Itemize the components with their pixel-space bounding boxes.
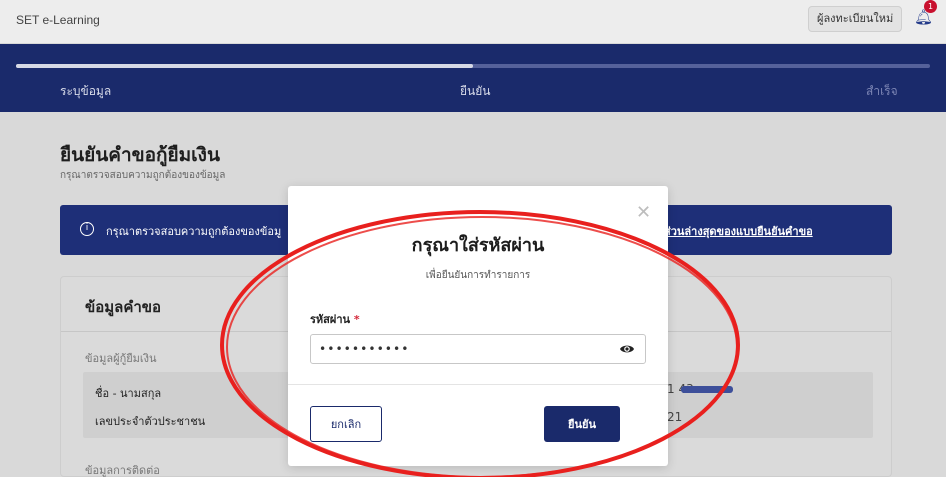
close-icon[interactable]: ✕ xyxy=(636,204,651,222)
notice-link[interactable]: ส่วนล่างสุดของแบบยืนยันคำขอ xyxy=(664,222,813,240)
step-confirm: ยืนยัน xyxy=(460,84,491,98)
modal-divider xyxy=(288,384,668,385)
borrower-section-label: ข้อมูลผู้กู้ยืมเงิน xyxy=(85,352,157,365)
id-number-label: เลขประจำตัวประชาชน xyxy=(95,415,206,428)
confirm-button[interactable]: ยืนยัน xyxy=(544,406,620,442)
modal-title: กรุณาใส่รหัสผ่าน xyxy=(411,235,545,256)
modal-subtitle: เพื่อยืนยันการทำรายการ xyxy=(425,270,531,281)
password-input[interactable] xyxy=(310,334,646,364)
progress-track xyxy=(16,64,930,68)
step-complete: สำเร็จ xyxy=(866,84,898,98)
brand-name[interactable]: SET e-Learning xyxy=(16,13,100,27)
notification-badge: 1 xyxy=(924,0,937,13)
password-label-text: รหัสผ่าน xyxy=(310,313,351,326)
redaction-mark xyxy=(681,386,733,393)
progress-fill xyxy=(16,64,473,68)
contact-section-label: ข้อมูลการติดต่อ xyxy=(85,464,160,477)
page-subtitle: กรุณาตรวจสอบความถูกต้องของข้อมูล xyxy=(60,170,226,181)
register-button[interactable]: ผู้ลงทะเบียนใหม่ xyxy=(808,6,903,32)
step-fill-info: ระบุข้อมูล xyxy=(60,84,112,98)
name-label: ชื่อ - นามสกุล xyxy=(95,387,162,400)
notice-text: กรุณาตรวจสอบความถูกต้องของข้อมู xyxy=(106,225,282,238)
progress-stepper: ระบุข้อมูล ยืนยัน สำเร็จ xyxy=(0,44,946,112)
password-modal: ✕ กรุณาใส่รหัสผ่าน เพื่อยืนยันการทำรายกา… xyxy=(288,186,668,466)
id-number-value: 21 xyxy=(667,410,683,424)
card-title: ข้อมูลคำขอ xyxy=(85,298,162,316)
info-icon: i xyxy=(80,222,94,236)
eye-icon[interactable] xyxy=(619,342,635,356)
cancel-button[interactable]: ยกเลิก xyxy=(310,406,382,442)
password-label: รหัสผ่าน * xyxy=(310,310,360,328)
top-bar: SET e-Learning ผู้ลงทะเบียนใหม่ 🔔︎ 1 xyxy=(0,0,946,44)
required-mark: * xyxy=(353,313,360,326)
page-title: ยืนยันคำขอกู้ยืมเงิน xyxy=(60,144,220,166)
